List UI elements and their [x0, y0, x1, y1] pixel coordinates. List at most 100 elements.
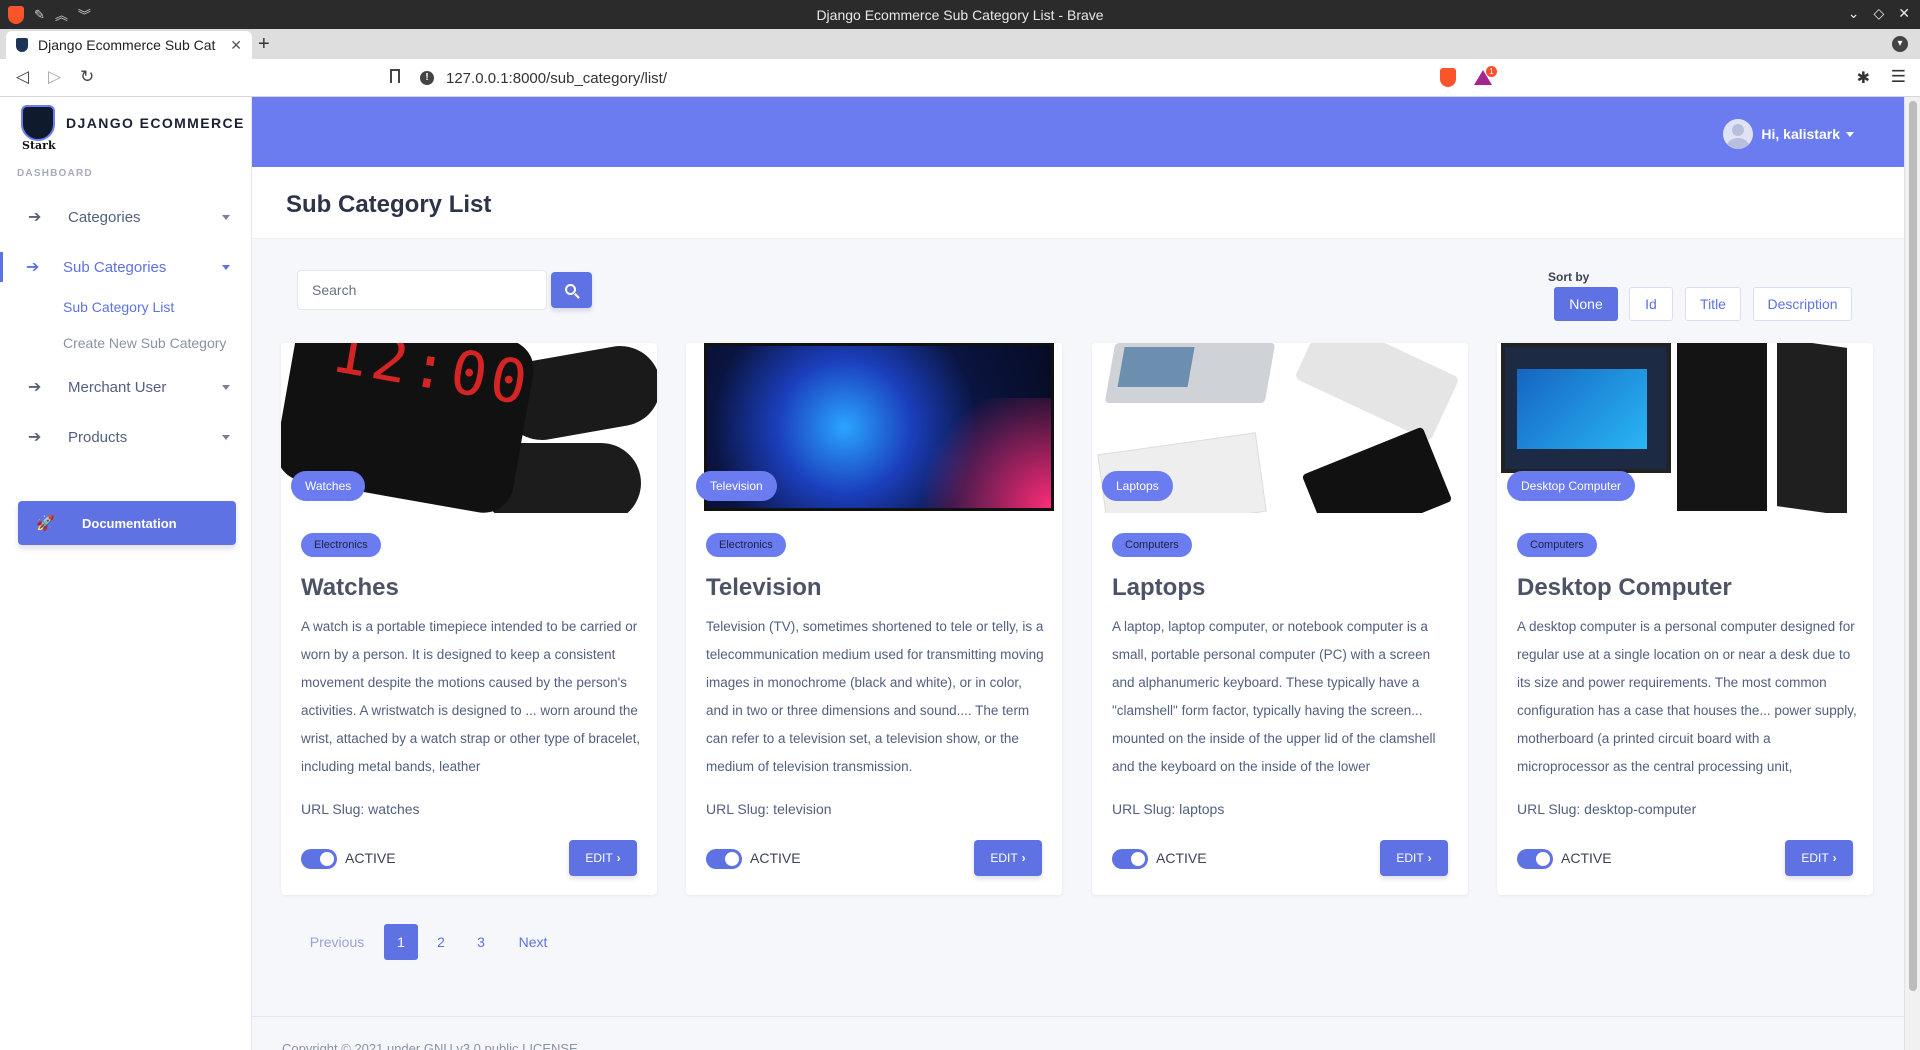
pagination-next[interactable]: Next	[504, 924, 562, 960]
user-greeting: Hi, kalistark	[1761, 126, 1840, 142]
status-label: ACTIVE	[1561, 850, 1612, 866]
sidebar-item-categories[interactable]: ➔ Categories	[0, 197, 252, 237]
active-toggle[interactable]	[301, 849, 337, 869]
subcategory-card: Television Electronics Television Televi…	[686, 343, 1062, 895]
os-title-bar: ✎ ︽ ︾ Django Ecommerce Sub Category List…	[0, 0, 1920, 29]
laptop-shape	[1104, 343, 1276, 403]
card-slug: URL Slug: television	[706, 801, 832, 817]
active-toggle[interactable]	[1112, 849, 1148, 869]
sort-label: Sort by	[1548, 270, 1590, 284]
sort-id-button[interactable]: Id	[1629, 287, 1673, 321]
search-button[interactable]	[551, 272, 592, 308]
laptop-shape	[1294, 343, 1460, 442]
shield-logo-icon	[21, 105, 55, 141]
documentation-label: Documentation	[82, 515, 177, 531]
browser-tab[interactable]: Django Ecommerce Sub Cat ✕	[6, 31, 252, 59]
chevron-right-icon: ›	[1021, 851, 1026, 865]
tab-search-icon[interactable]: ▾	[1892, 36, 1908, 52]
page-title: Sub Category List	[286, 191, 492, 218]
sort-none-button[interactable]: None	[1554, 287, 1618, 321]
avatar	[1723, 119, 1754, 149]
brave-shields-icon[interactable]	[1440, 68, 1456, 87]
sidebar-subitem-create-sub-category[interactable]: Create New Sub Category	[63, 335, 226, 351]
status-label: ACTIVE	[345, 850, 396, 866]
new-tab-icon[interactable]: +	[258, 33, 270, 56]
tower-shape	[1677, 343, 1767, 511]
arrow-right-icon: ➔	[28, 209, 42, 226]
image-label-pill: Television	[696, 471, 777, 501]
card-title: Watches	[301, 574, 399, 601]
edit-button[interactable]: EDIT ›	[1380, 840, 1448, 876]
close-tab-icon[interactable]: ✕	[230, 37, 242, 54]
sidebar-item-products[interactable]: ➔ Products	[0, 417, 252, 457]
reload-icon[interactable]: ↻	[80, 67, 94, 87]
maximize-icon[interactable]: ◇	[1873, 5, 1884, 22]
sort-title-button[interactable]: Title	[1685, 287, 1741, 321]
minimize-icon[interactable]: ⌄	[1848, 5, 1860, 22]
back-icon[interactable]: ◁	[16, 67, 29, 87]
page-scrollbar[interactable]	[1904, 97, 1920, 1050]
card-description: Television (TV), sometimes shortened to …	[706, 619, 1044, 774]
documentation-button[interactable]: 🚀 Documentation	[18, 501, 236, 545]
card-slug: URL Slug: desktop-computer	[1517, 801, 1697, 817]
card-slug: URL Slug: laptops	[1112, 801, 1225, 817]
extensions-icon[interactable]: ✱	[1857, 68, 1870, 88]
sidebar: Stark DJANGO ECOMMERCE DASHBOARD ➔ Categ…	[0, 97, 252, 1050]
image-label-pill: Laptops	[1102, 471, 1173, 501]
site-info-icon[interactable]: !	[420, 71, 434, 85]
active-toggle[interactable]	[1517, 849, 1553, 869]
page-title-bar: Sub Category List	[252, 167, 1904, 239]
sidebar-subitem-sub-category-list[interactable]: Sub Category List	[63, 299, 174, 315]
category-badge: Electronics	[706, 533, 786, 557]
chevron-right-icon: ›	[1832, 851, 1837, 865]
edit-label: EDIT	[1801, 851, 1829, 865]
browser-menu-icon[interactable]: ☰	[1891, 67, 1906, 87]
caret-down-icon	[222, 264, 230, 270]
pagination-page-3[interactable]: 3	[464, 924, 498, 960]
laptop-shape	[1301, 426, 1453, 513]
close-window-icon[interactable]: ✕	[1898, 5, 1910, 22]
edit-label: EDIT	[1396, 851, 1424, 865]
sort-description-button[interactable]: Description	[1753, 287, 1852, 321]
subcategory-card: 12:00 Watches Electronics Watches A watc…	[281, 343, 657, 895]
search-input[interactable]	[297, 270, 547, 310]
footer: Copyright © 2021 under GNU v3.0 public L…	[252, 1016, 1904, 1050]
card-image: Laptops	[1092, 343, 1468, 513]
tab-strip: Django Ecommerce Sub Cat ✕ + ▾	[0, 29, 1920, 59]
card-image: Television	[686, 343, 1062, 513]
arrow-right-icon: ➔	[26, 259, 40, 276]
sidebar-item-merchant-user[interactable]: ➔ Merchant User	[0, 367, 252, 407]
pagination-page-2[interactable]: 2	[424, 924, 458, 960]
active-toggle[interactable]	[706, 849, 742, 869]
status-label: ACTIVE	[750, 850, 801, 866]
subcategory-card: Laptops Computers Laptops A laptop, lapt…	[1092, 343, 1468, 895]
chevron-right-icon: ›	[1427, 851, 1432, 865]
tab-title: Django Ecommerce Sub Cat	[38, 37, 216, 53]
bookmark-icon[interactable]	[390, 69, 400, 83]
brand-logo: Stark	[18, 105, 58, 152]
chevron-right-icon: ›	[616, 851, 621, 865]
logo-text: Stark	[22, 139, 56, 152]
user-menu[interactable]: Hi, kalistark	[1723, 119, 1854, 149]
caret-down-icon	[222, 384, 230, 390]
edit-button[interactable]: EDIT ›	[569, 840, 637, 876]
address-bar[interactable]: ! 127.0.0.1:8000/sub_category/list/	[420, 64, 1430, 92]
edit-label: EDIT	[585, 851, 613, 865]
edit-button[interactable]: EDIT ›	[1785, 840, 1853, 876]
site-favicon-icon	[16, 38, 28, 52]
url-text: 127.0.0.1:8000/sub_category/list/	[446, 69, 667, 87]
forward-icon[interactable]: ▷	[48, 67, 61, 87]
rocket-icon: 🚀	[36, 515, 55, 532]
rewards-badge: 1	[1486, 66, 1497, 77]
pagination-page-1[interactable]: 1	[384, 924, 418, 960]
keyboard-shape	[1777, 343, 1847, 513]
scrollbar-thumb[interactable]	[1909, 101, 1917, 991]
category-badge: Computers	[1112, 533, 1192, 557]
sidebar-item-sub-categories[interactable]: ➔ Sub Categories	[0, 247, 252, 287]
card-description: A laptop, laptop computer, or notebook c…	[1112, 619, 1436, 774]
status-label: ACTIVE	[1156, 850, 1207, 866]
edit-button[interactable]: EDIT ›	[974, 840, 1042, 876]
pagination-previous[interactable]: Previous	[296, 924, 378, 960]
brand[interactable]: Stark DJANGO ECOMMERCE	[18, 105, 245, 152]
brand-name: DJANGO ECOMMERCE	[66, 115, 245, 131]
